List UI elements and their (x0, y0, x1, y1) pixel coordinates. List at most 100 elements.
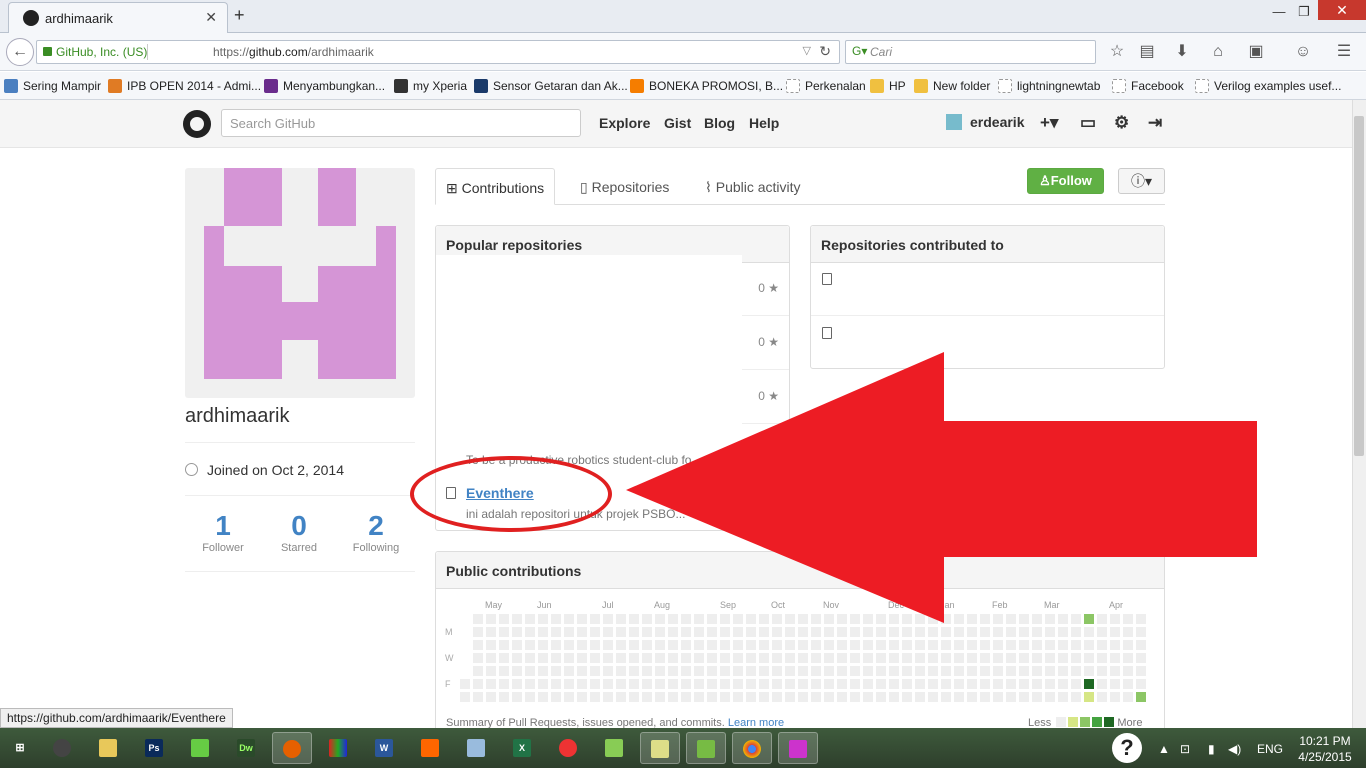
contribution-day[interactable] (486, 692, 496, 702)
contribution-day[interactable] (616, 640, 626, 650)
contribution-day[interactable] (1110, 679, 1120, 689)
back-button[interactable]: ← (6, 38, 34, 66)
contribution-day[interactable] (993, 679, 1003, 689)
contribution-day[interactable] (772, 692, 782, 702)
contribution-day[interactable] (525, 614, 535, 624)
stat-followers[interactable]: 1 Follower (185, 510, 261, 554)
nav-gist[interactable]: Gist (664, 115, 691, 131)
contribution-day[interactable] (772, 666, 782, 676)
contribution-day[interactable] (1136, 679, 1146, 689)
taskbar-app[interactable] (318, 732, 358, 764)
tab-public-activity[interactable]: ⌇ Public activity (695, 168, 811, 205)
contribution-day[interactable] (1006, 679, 1016, 689)
contribution-day[interactable] (694, 679, 704, 689)
reading-list-icon[interactable]: ▤ (1137, 42, 1157, 62)
contribution-day[interactable] (551, 666, 561, 676)
contribution-day[interactable] (681, 640, 691, 650)
contribution-day[interactable] (1006, 640, 1016, 650)
contribution-day[interactable] (473, 614, 483, 624)
bookmark-item[interactable]: Sering Mampir (4, 79, 101, 93)
contribution-day[interactable] (1045, 640, 1055, 650)
contribution-day[interactable] (525, 640, 535, 650)
contribution-day[interactable] (967, 653, 977, 663)
github-search-input[interactable]: Search GitHub (221, 109, 581, 137)
contribution-day[interactable] (551, 679, 561, 689)
contribution-day[interactable] (1006, 666, 1016, 676)
contribution-day[interactable] (863, 653, 873, 663)
contribution-day[interactable] (1071, 679, 1081, 689)
contribution-day[interactable] (1084, 640, 1094, 650)
contribution-day[interactable] (954, 653, 964, 663)
contribution-day[interactable] (473, 627, 483, 637)
contribution-day[interactable] (603, 653, 613, 663)
contribution-day[interactable] (551, 627, 561, 637)
contribution-day[interactable] (902, 679, 912, 689)
contribution-day[interactable] (707, 666, 717, 676)
taskbar-xampp[interactable] (410, 732, 450, 764)
url-text[interactable]: https://github.com/ardhimaarik (213, 45, 374, 59)
contribution-day[interactable] (811, 679, 821, 689)
contribution-day[interactable] (889, 679, 899, 689)
contribution-day[interactable] (772, 653, 782, 663)
contribution-day[interactable] (720, 679, 730, 689)
contribution-day[interactable] (499, 666, 509, 676)
contribution-day[interactable] (941, 653, 951, 663)
contribution-day[interactable] (707, 640, 717, 650)
contribution-day[interactable] (811, 640, 821, 650)
contribution-day[interactable] (590, 653, 600, 663)
contribution-day[interactable] (876, 653, 886, 663)
block-report-button[interactable]: ⓘ▾ (1118, 168, 1165, 194)
contribution-day[interactable] (681, 666, 691, 676)
contribution-day[interactable] (928, 692, 938, 702)
contribution-day[interactable] (837, 653, 847, 663)
contribution-day[interactable] (889, 653, 899, 663)
contribution-day[interactable] (707, 653, 717, 663)
contribution-day[interactable] (850, 640, 860, 650)
contribution-day[interactable] (1136, 692, 1146, 702)
contribution-day[interactable] (928, 640, 938, 650)
contribution-day[interactable] (694, 653, 704, 663)
contribution-day[interactable] (655, 692, 665, 702)
contribution-day[interactable] (577, 653, 587, 663)
contribution-day[interactable] (655, 679, 665, 689)
contribution-day[interactable] (798, 692, 808, 702)
taskbar-excel[interactable]: X (502, 732, 542, 764)
contribution-day[interactable] (837, 666, 847, 676)
contribution-day[interactable] (733, 640, 743, 650)
contribution-day[interactable] (499, 653, 509, 663)
contribution-day[interactable] (967, 640, 977, 650)
contribution-day[interactable] (733, 666, 743, 676)
bookmark-item[interactable]: HP (870, 79, 906, 93)
taskbar-dreamweaver[interactable]: Dw (226, 732, 266, 764)
contribution-day[interactable] (1071, 692, 1081, 702)
taskbar-explorer[interactable] (88, 732, 128, 764)
network-icon[interactable]: ⊡ (1180, 742, 1190, 756)
url-dropdown-icon[interactable]: ▽ (803, 44, 811, 57)
contribution-day[interactable] (889, 692, 899, 702)
contribution-day[interactable] (811, 692, 821, 702)
taskbar-android[interactable] (594, 732, 634, 764)
contribution-day[interactable] (759, 640, 769, 650)
contribution-day[interactable] (603, 679, 613, 689)
contribution-day[interactable] (967, 666, 977, 676)
stat-following[interactable]: 2 Following (338, 510, 414, 554)
start-button[interactable]: ⊞ (0, 732, 40, 764)
contribution-day[interactable] (538, 692, 548, 702)
contribution-day[interactable] (993, 653, 1003, 663)
contribution-day[interactable] (512, 692, 522, 702)
contribution-day[interactable] (577, 640, 587, 650)
contribution-day[interactable] (863, 692, 873, 702)
contribution-day[interactable] (577, 666, 587, 676)
contribution-day[interactable] (1136, 640, 1146, 650)
contribution-day[interactable] (941, 666, 951, 676)
contribution-day[interactable] (1084, 679, 1094, 689)
contribution-day[interactable] (1123, 692, 1133, 702)
contribution-day[interactable] (1097, 666, 1107, 676)
contribution-day[interactable] (473, 640, 483, 650)
contribution-day[interactable] (577, 614, 587, 624)
contribution-day[interactable] (785, 653, 795, 663)
contribution-day[interactable] (642, 640, 652, 650)
bookmark-item[interactable]: my Xperia (394, 79, 467, 93)
contribution-day[interactable] (564, 614, 574, 624)
site-identity[interactable]: GitHub, Inc. (US) (43, 45, 147, 59)
